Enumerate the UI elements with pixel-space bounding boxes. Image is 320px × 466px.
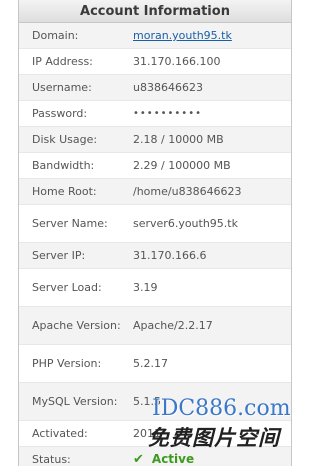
row-ip-address: IP Address: 31.170.166.100 xyxy=(19,49,291,75)
row-mysql-version: MySQL Version: 5.1.5 xyxy=(19,383,291,421)
domain-link[interactable]: moran.youth95.tk xyxy=(133,29,232,42)
bandwidth-value: 2.29 / 100000 MB xyxy=(133,159,231,172)
server-ip-label: Server IP: xyxy=(32,249,86,262)
server-name-value: server6.youth95.tk xyxy=(133,217,238,230)
activated-value: 2011- xyxy=(133,427,165,440)
row-server-name: Server Name: server6.youth95.tk xyxy=(19,205,291,243)
check-icon: ✔ xyxy=(133,452,144,466)
home-root-label: Home Root: xyxy=(32,185,97,198)
disk-usage-label: Disk Usage: xyxy=(32,133,98,146)
home-root-value: /home/u838646623 xyxy=(133,185,242,198)
row-disk-usage: Disk Usage: 2.18 / 10000 MB xyxy=(19,127,291,153)
bandwidth-label: Bandwidth: xyxy=(32,159,95,172)
row-password: Password: •••••••••• xyxy=(19,101,291,127)
panel-title: Account Information xyxy=(19,0,291,23)
php-version-value: 5.2.17 xyxy=(133,357,168,370)
username-label: Username: xyxy=(32,81,92,94)
row-server-ip: Server IP: 31.170.166.6 xyxy=(19,243,291,269)
server-load-label: Server Load: xyxy=(32,281,102,294)
ip-address-value: 31.170.166.100 xyxy=(133,55,221,68)
password-label: Password: xyxy=(32,107,88,120)
username-value: u838646623 xyxy=(133,81,203,94)
row-server-load: Server Load: 3.19 xyxy=(19,269,291,307)
mysql-version-label: MySQL Version: xyxy=(32,395,118,408)
disk-usage-value: 2.18 / 10000 MB xyxy=(133,133,224,146)
apache-version-value: Apache/2.2.17 xyxy=(133,319,213,332)
row-php-version: PHP Version: 5.2.17 xyxy=(19,345,291,383)
row-status: Status: ✔ Active xyxy=(19,447,291,466)
php-version-label: PHP Version: xyxy=(32,357,102,370)
status-label: Status: xyxy=(32,453,71,466)
status-badge: Active xyxy=(151,452,195,466)
account-info-panel: Account Information Domain: moran.youth9… xyxy=(18,0,292,466)
row-bandwidth: Bandwidth: 2.29 / 100000 MB xyxy=(19,153,291,179)
row-activated: Activated: 2011- xyxy=(19,421,291,447)
row-home-root: Home Root: /home/u838646623 xyxy=(19,179,291,205)
row-apache-version: Apache Version: Apache/2.2.17 xyxy=(19,307,291,345)
domain-label: Domain: xyxy=(32,29,79,42)
password-value: •••••••••• xyxy=(133,108,202,119)
server-load-value: 3.19 xyxy=(133,281,158,294)
activated-label: Activated: xyxy=(32,427,88,440)
apache-version-label: Apache Version: xyxy=(32,319,121,332)
server-ip-value: 31.170.166.6 xyxy=(133,249,207,262)
row-username: Username: u838646623 xyxy=(19,75,291,101)
server-name-label: Server Name: xyxy=(32,217,108,230)
ip-address-label: IP Address: xyxy=(32,55,93,68)
row-domain: Domain: moran.youth95.tk xyxy=(19,23,291,49)
mysql-version-value: 5.1.5 xyxy=(133,395,161,408)
